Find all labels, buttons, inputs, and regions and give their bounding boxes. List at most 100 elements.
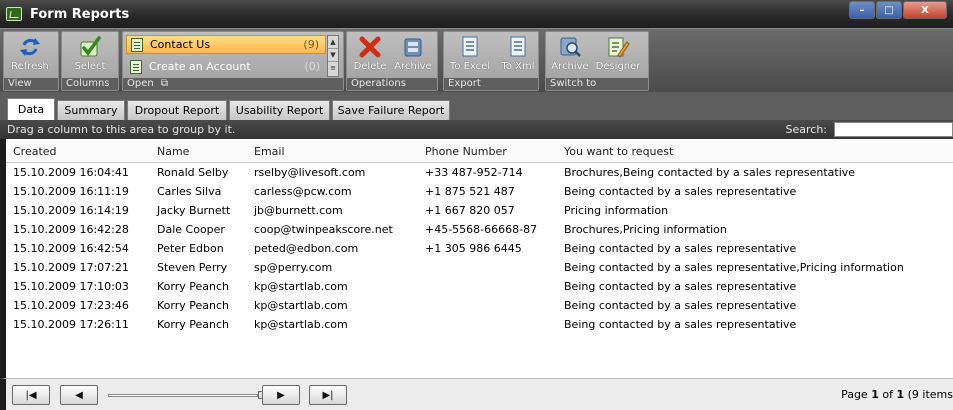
designer-label: Designer — [595, 61, 641, 72]
page-slider[interactable] — [108, 391, 264, 399]
cell-email: kp@startlab.com — [254, 280, 348, 293]
designer-icon — [608, 37, 630, 58]
table-row[interactable]: 15.10.2009 17:07:21 Steven Perry sp@perry.… — [6, 258, 953, 277]
table-row[interactable]: 15.10.2009 16:42:28 Dale Cooper coop@twinp… — [6, 220, 953, 239]
cell-created: 15.10.2009 17:10:03 — [13, 280, 129, 293]
scroll-up-icon[interactable]: ▲ — [328, 36, 338, 49]
maximize-button[interactable]: □ — [876, 1, 902, 19]
close-button[interactable]: X — [903, 1, 947, 19]
export-xml-button[interactable]: To Xml — [498, 35, 538, 75]
ribbon-group-view: Refresh View — [3, 31, 59, 91]
first-page-button[interactable]: |◀ — [12, 385, 50, 405]
archive-box-icon — [404, 38, 422, 57]
table-row[interactable]: 15.10.2009 16:11:19 Carles Silva carless@p… — [6, 182, 953, 201]
ribbon-group-operations: Delete Archive Operations — [346, 31, 438, 91]
refresh-button[interactable]: Refresh — [10, 35, 50, 75]
tab-data[interactable]: Data — [7, 98, 55, 120]
checkmark-icon — [80, 36, 101, 57]
select-columns-button[interactable]: Select — [70, 35, 110, 75]
archive-button[interactable]: Archive — [393, 35, 433, 75]
page-of: of — [878, 388, 897, 401]
cell-created: 15.10.2009 16:14:19 — [13, 204, 129, 217]
cell-name: Ronald Selby — [157, 166, 229, 179]
previous-page-button[interactable]: ◀ — [60, 385, 98, 405]
cell-created: 15.10.2009 16:42:28 — [13, 223, 129, 236]
table-row[interactable]: 15.10.2009 16:42:54 Peter Edbon peted@edbo… — [6, 239, 953, 258]
cell-email: sp@perry.com — [254, 261, 333, 274]
switch-archive-label: Archive — [551, 61, 589, 72]
cell-name: Steven Perry — [157, 261, 228, 274]
cell-request: Brochures,Pricing information — [564, 223, 727, 236]
search-label: Search: — [785, 123, 828, 136]
window-title: Form Reports — [30, 6, 130, 22]
cell-email: coop@twinpeakscore.net — [254, 223, 393, 236]
column-header-request[interactable]: You want to request — [564, 145, 673, 158]
gallery-item-count: (9) — [303, 38, 319, 51]
table-row[interactable]: 15.10.2009 17:10:03 Korry Peanch kp@startl… — [6, 277, 953, 296]
gallery-item-label: Create an Account — [149, 60, 251, 73]
page-current: 1 — [871, 388, 879, 401]
scroll-down-icon[interactable]: ▼ — [328, 49, 338, 62]
group-by-panel[interactable]: Drag a column to this area to group by i… — [0, 120, 953, 139]
refresh-label: Refresh — [11, 61, 49, 72]
archive-search-icon — [560, 37, 581, 57]
table-row[interactable]: 15.10.2009 17:23:46 Korry Peanch kp@startl… — [6, 296, 953, 315]
grid-header-row: Created Name Email Phone Number You want… — [6, 139, 953, 163]
switch-archive-button[interactable]: Archive — [550, 35, 590, 75]
designer-button[interactable]: Designer — [595, 35, 641, 75]
tab-dropout-report[interactable]: Dropout Report — [127, 100, 227, 120]
form-gallery: Contact Us (9) Create an Account (0) — [126, 35, 326, 77]
cell-name: Korry Peanch — [157, 280, 229, 293]
gallery-item-count: (0) — [304, 60, 320, 73]
gallery-item-contact-us[interactable]: Contact Us (9) — [126, 35, 326, 54]
cell-name: Carles Silva — [157, 185, 222, 198]
data-grid: Created Name Email Phone Number You want… — [0, 139, 953, 379]
cell-created: 15.10.2009 16:42:54 — [13, 242, 129, 255]
next-page-button[interactable]: ▶ — [262, 385, 300, 405]
delete-icon — [359, 36, 381, 58]
column-header-email[interactable]: Email — [254, 145, 285, 158]
gallery-expand-icon[interactable]: ≡ — [328, 62, 338, 75]
page-prefix: Page — [841, 388, 872, 401]
tab-usability-report[interactable]: Usability Report — [229, 100, 330, 120]
ribbon-group-label: View — [4, 78, 58, 90]
cell-email: rselby@livesoft.com — [254, 166, 366, 179]
items-count: (9 items — [904, 388, 953, 401]
to-excel-label: To Excel — [449, 61, 491, 72]
cell-request: Brochures,Being contacted by a sales rep… — [564, 166, 856, 179]
tab-save-failure-report[interactable]: Save Failure Report — [332, 100, 450, 120]
ribbon-group-label: Columns — [62, 78, 118, 90]
table-row[interactable]: 15.10.2009 17:26:11 Korry Peanch kp@startl… — [6, 315, 953, 334]
cell-request: Being contacted by a sales representativ… — [564, 280, 797, 293]
search-input[interactable] — [834, 122, 953, 137]
cell-phone: +33 487-952-714 — [425, 166, 523, 179]
table-row[interactable]: 15.10.2009 16:04:41 Ronald Selby rselby@li… — [6, 163, 953, 182]
cell-created: 15.10.2009 17:26:11 — [13, 318, 129, 331]
last-page-button[interactable]: ▶| — [309, 385, 347, 405]
cell-email: jb@burnett.com — [254, 204, 343, 217]
dialog-launcher-icon[interactable]: ⧉ — [161, 78, 168, 89]
form-doc-icon — [131, 37, 143, 52]
column-header-name[interactable]: Name — [157, 145, 189, 158]
column-header-created[interactable]: Created — [13, 145, 57, 158]
column-header-phone[interactable]: Phone Number — [425, 145, 507, 158]
ribbon-group-label: Export — [444, 78, 538, 90]
cell-created: 15.10.2009 17:07:21 — [13, 261, 129, 274]
group-by-hint: Drag a column to this area to group by i… — [7, 123, 236, 136]
gallery-item-create-account[interactable]: Create an Account (0) — [126, 57, 326, 76]
delete-button[interactable]: Delete — [350, 35, 390, 75]
cell-name: Dale Cooper — [157, 223, 225, 236]
cell-request: Being contacted by a sales representativ… — [564, 318, 797, 331]
cell-phone: +1 667 820 057 — [425, 204, 515, 217]
cell-request: Being contacted by a sales representativ… — [564, 185, 797, 198]
cell-created: 15.10.2009 17:23:46 — [13, 299, 129, 312]
ribbon-group-label: Switch to — [546, 78, 648, 90]
to-xml-label: To Xml — [501, 61, 535, 72]
tab-summary[interactable]: Summary — [57, 100, 125, 120]
cell-phone: +45-5568-66668-87 — [425, 223, 538, 236]
export-excel-button[interactable]: To Excel — [450, 35, 490, 75]
minimize-button[interactable]: – — [849, 1, 875, 19]
table-row[interactable]: 15.10.2009 16:14:19 Jacky Burnett jb@burne… — [6, 201, 953, 220]
gallery-scrollbar[interactable]: ▲ ▼ ≡ — [327, 35, 339, 77]
gallery-item-label: Contact Us — [150, 38, 211, 51]
